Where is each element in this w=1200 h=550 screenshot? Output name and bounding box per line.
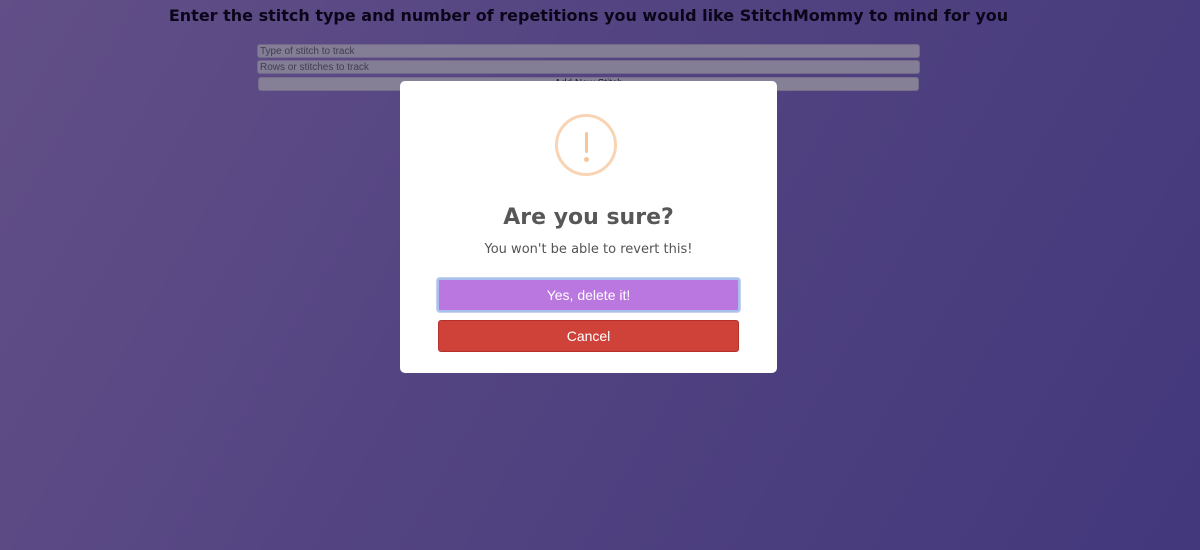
cancel-button[interactable]: Cancel [438, 320, 739, 352]
confirm-dialog: Are you sure? You won't be able to rever… [400, 81, 777, 373]
confirm-delete-button[interactable]: Yes, delete it! [437, 278, 740, 312]
dialog-text: You won't be able to revert this! [484, 242, 693, 257]
warning-exclamation-icon [555, 114, 617, 176]
dialog-title: Are you sure? [503, 205, 674, 230]
